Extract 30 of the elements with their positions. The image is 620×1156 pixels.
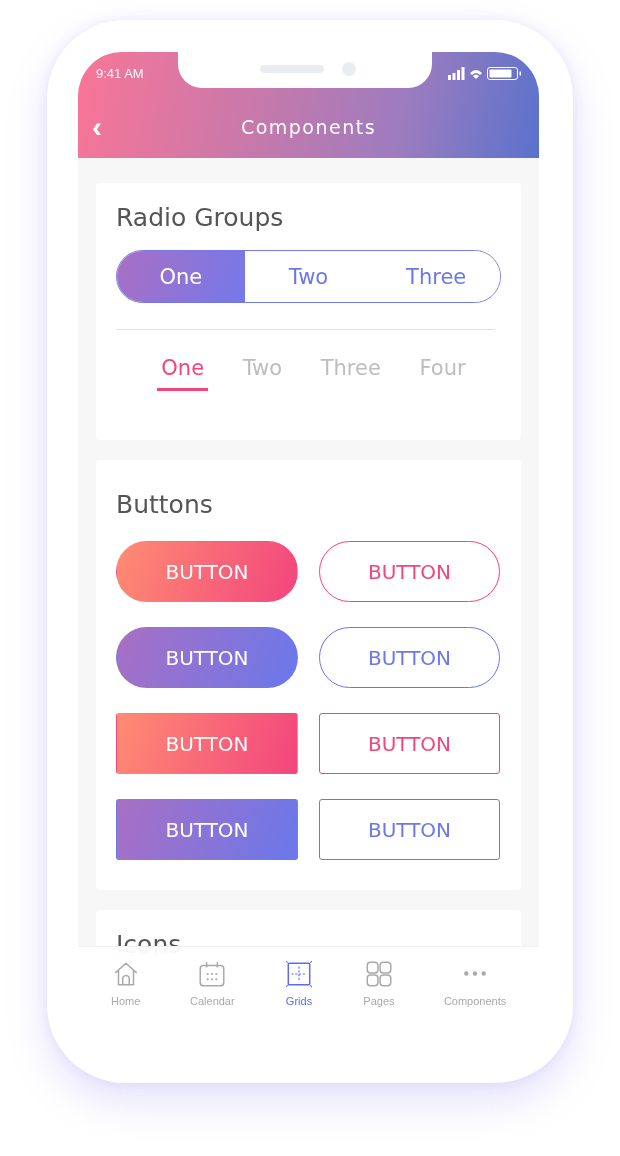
status-time: 9:41 AM bbox=[96, 66, 144, 81]
tab-bar-item[interactable]: Home bbox=[106, 957, 145, 1013]
wifi-icon bbox=[470, 68, 482, 79]
tab-bar-item[interactable]: Pages bbox=[359, 957, 399, 1013]
back-button[interactable]: ‹ bbox=[92, 112, 102, 142]
signal-icon bbox=[448, 67, 465, 80]
more-icon bbox=[463, 970, 488, 977]
button[interactable]: BUTTON bbox=[319, 627, 500, 688]
tab[interactable]: Two bbox=[238, 346, 287, 391]
tab[interactable]: Three bbox=[316, 346, 385, 391]
button[interactable]: BUTTON bbox=[319, 799, 500, 860]
section-title: Buttons bbox=[116, 490, 214, 519]
button[interactable]: BUTTON bbox=[116, 799, 298, 860]
button[interactable]: BUTTON bbox=[116, 541, 298, 602]
button[interactable]: BUTTON bbox=[319, 541, 500, 602]
segment-option[interactable]: One bbox=[117, 251, 245, 302]
grid-icon bbox=[284, 959, 314, 989]
button[interactable]: BUTTON bbox=[116, 627, 298, 688]
button[interactable]: BUTTON bbox=[319, 713, 500, 774]
tab-bar-item[interactable]: Grids bbox=[280, 957, 318, 1013]
tab[interactable]: One bbox=[157, 346, 209, 391]
calendar-icon bbox=[197, 959, 228, 989]
section-title: Radio Groups bbox=[116, 203, 285, 232]
screen-title: Components bbox=[240, 116, 377, 138]
button[interactable]: BUTTON bbox=[116, 713, 298, 774]
pages-icon bbox=[363, 959, 394, 989]
tab[interactable]: Four bbox=[415, 346, 470, 391]
tab-bar-item[interactable]: Components bbox=[439, 957, 511, 1013]
battery-icon bbox=[487, 67, 521, 80]
tab-bar-item[interactable]: Calendar bbox=[186, 957, 239, 1013]
